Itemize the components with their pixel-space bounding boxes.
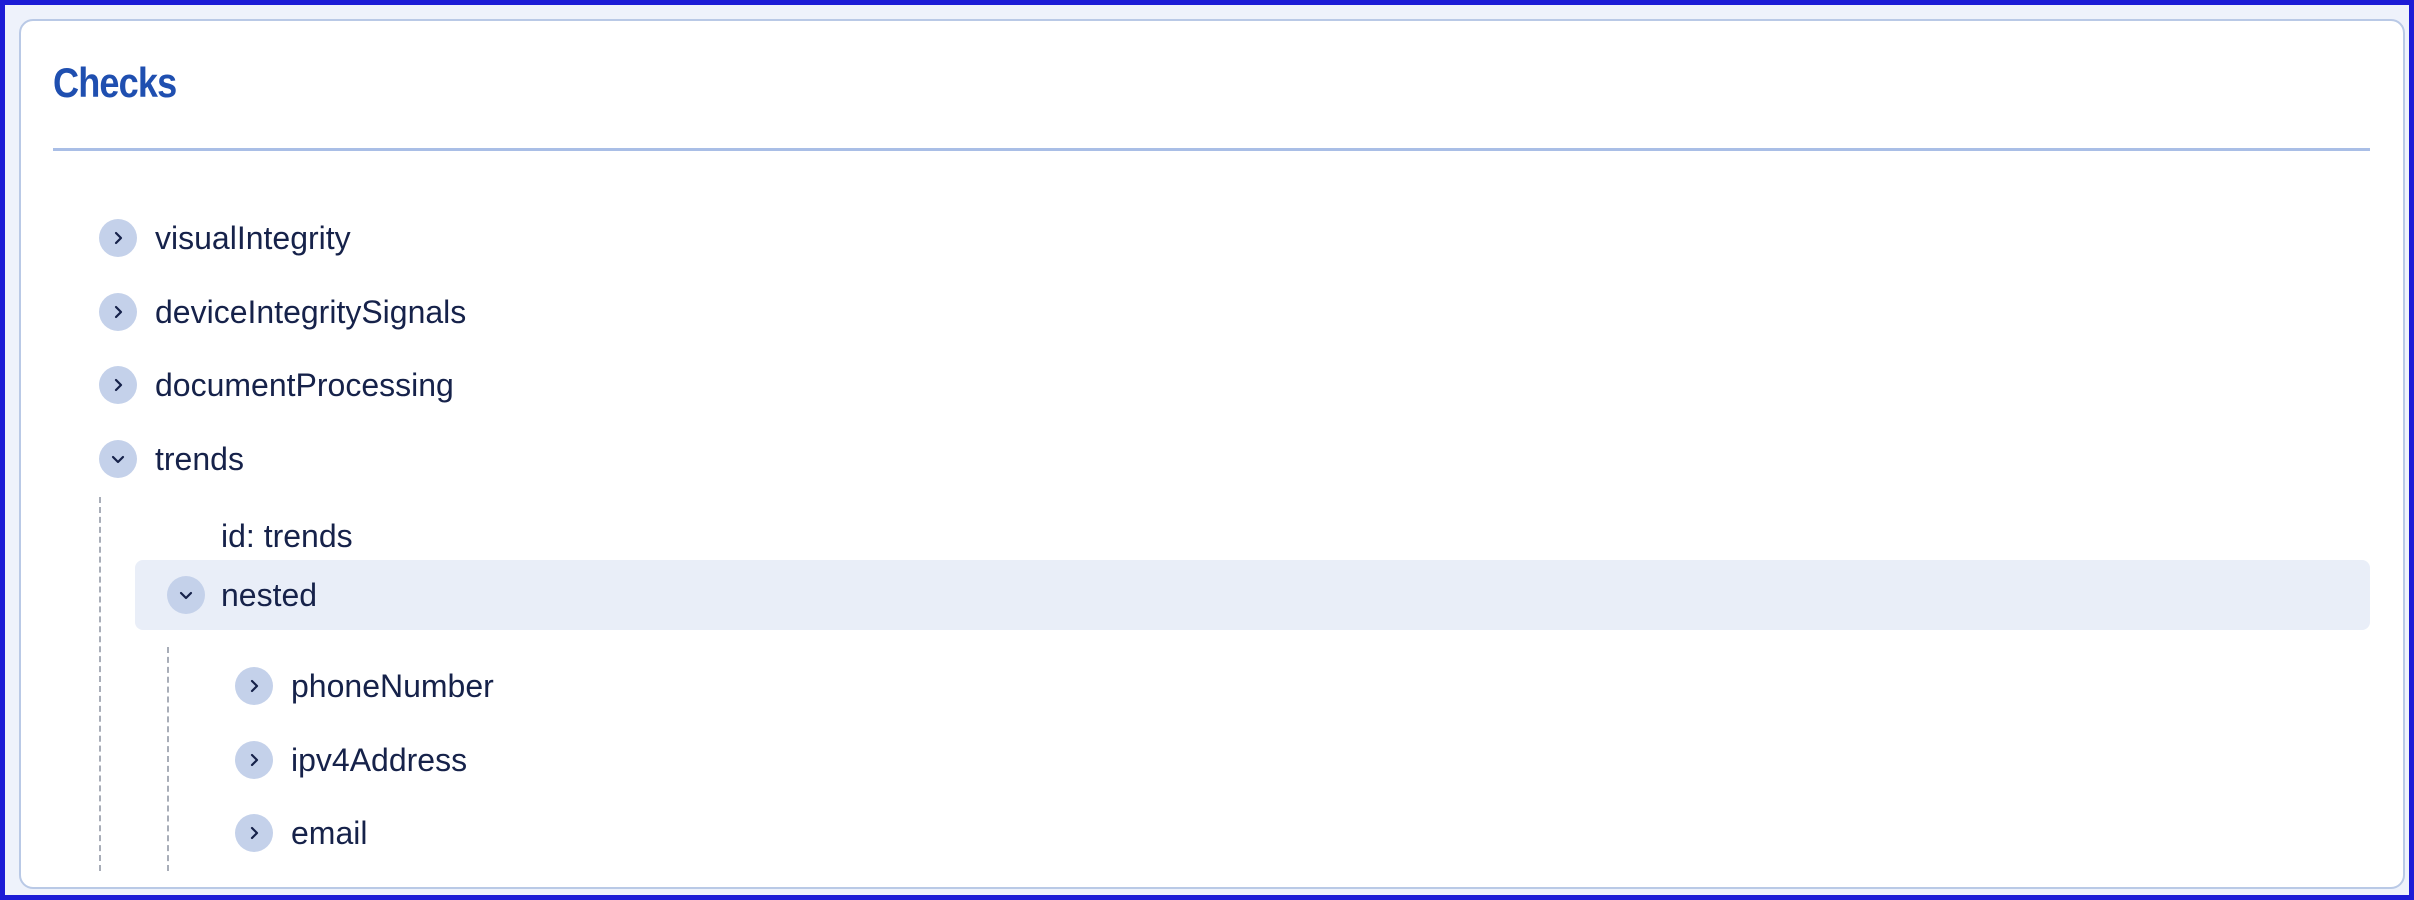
tree-node-label: phoneNumber [291, 667, 494, 704]
tree-guide-line-nested [167, 647, 169, 871]
tree-node-phonenumber[interactable]: phoneNumber [235, 651, 494, 721]
tree-node-trends[interactable]: trends [99, 424, 244, 494]
tree-node-label: email [291, 814, 368, 851]
chevron-right-icon[interactable] [99, 293, 137, 331]
tree-guide-line-trends [99, 497, 101, 871]
chevron-right-icon[interactable] [235, 667, 273, 705]
tree-leaf-text: id: trends [221, 517, 353, 554]
chevron-right-icon[interactable] [235, 814, 273, 852]
chevron-right-icon[interactable] [99, 366, 137, 404]
chevron-down-icon[interactable] [167, 576, 205, 614]
chevron-right-icon[interactable] [99, 219, 137, 257]
tree-node-documentprocessing[interactable]: documentProcessing [99, 350, 454, 420]
tree-node-visualintegrity[interactable]: visualIntegrity [99, 203, 351, 273]
chevron-right-icon[interactable] [235, 741, 273, 779]
tree-node-deviceintegritysignals[interactable]: deviceIntegritySignals [99, 277, 466, 347]
chevron-down-icon[interactable] [99, 440, 137, 478]
tree-node-label: visualIntegrity [155, 219, 351, 256]
panel-title: Checks [53, 59, 177, 106]
tree-node-label: deviceIntegritySignals [155, 293, 467, 330]
tree-node-label: trends [155, 440, 244, 477]
tree-node-label: ipv4Address [291, 741, 468, 778]
checks-panel: Checks visualIntegrity deviceIntegritySi… [19, 19, 2405, 889]
tree-node-email[interactable]: email [235, 798, 367, 868]
title-divider [53, 148, 2370, 151]
page-frame: Checks visualIntegrity deviceIntegritySi… [5, 5, 2409, 895]
tree-node-nested[interactable]: nested [135, 560, 2370, 630]
tree-node-label: nested [221, 576, 318, 613]
tree-node-label: documentProcessing [155, 366, 454, 403]
tree-node-ipv4address[interactable]: ipv4Address [235, 725, 467, 795]
